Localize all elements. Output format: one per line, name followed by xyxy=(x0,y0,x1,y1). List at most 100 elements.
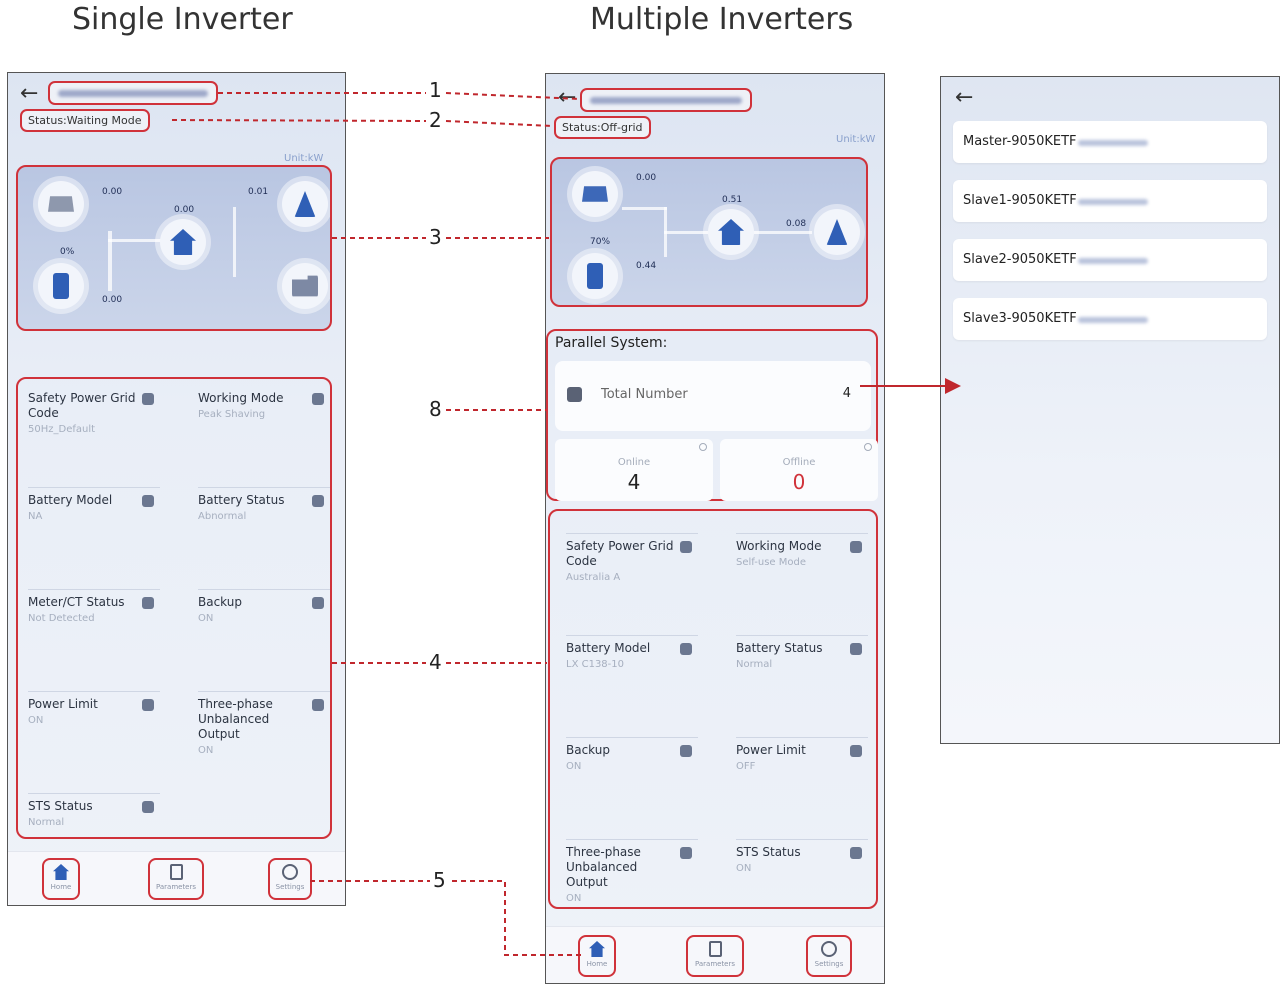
callout-1: 1 xyxy=(429,78,442,102)
tab-home[interactable]: Home xyxy=(578,935,616,977)
home-icon xyxy=(170,229,196,255)
single-inverter-screen: ← Status:Waiting Mode Unit:kW 0.00 0.01 … xyxy=(7,72,346,906)
settings-icon xyxy=(821,941,837,957)
bottom-tab-bar: Home Parameters Settings xyxy=(546,926,884,983)
home-icon xyxy=(589,941,605,957)
card-meter-ct-status[interactable]: Meter/CT Status Not Detected xyxy=(28,589,160,624)
card-three-phase-unbalanced[interactable]: Three-phase Unbalanced Output ON xyxy=(566,839,698,904)
bottom-tab-bar: Home Parameters Settings xyxy=(8,851,345,905)
card-sts-status[interactable]: STS Status Normal xyxy=(28,793,160,828)
pv-power: 0.00 xyxy=(102,187,123,197)
card-backup[interactable]: Backup ON xyxy=(566,737,698,772)
status-label: Status:Off-grid xyxy=(554,116,651,139)
battery-soc: 70% xyxy=(590,237,611,247)
pv-node[interactable] xyxy=(38,181,84,227)
battery-status-icon xyxy=(850,643,862,655)
serial-number-field xyxy=(48,81,218,105)
grid-node[interactable] xyxy=(282,181,328,227)
multiple-inverters-screen: ← Status:Off-grid Unit:kW 0.00 70% 0.44 … xyxy=(545,73,885,984)
tab-settings[interactable]: Settings xyxy=(806,935,852,977)
total-number-row[interactable]: Total Number 4 xyxy=(555,361,871,431)
tab-settings[interactable]: Settings xyxy=(268,858,312,900)
battery-icon xyxy=(142,495,154,507)
unit-label: Unit:kW xyxy=(284,153,324,164)
card-sts-status[interactable]: STS Status ON xyxy=(736,839,868,874)
battery-node[interactable] xyxy=(38,263,84,309)
battery-power: 0.44 xyxy=(636,261,657,271)
power-limit-icon xyxy=(142,699,154,711)
home-power: 0.51 xyxy=(722,195,743,205)
battery-icon xyxy=(680,643,692,655)
status-label: Status:Waiting Mode xyxy=(20,109,150,132)
load-icon xyxy=(292,275,318,297)
parallel-system-panel: Parallel System: Total Number 4 Online 4… xyxy=(546,329,878,501)
card-working-mode[interactable]: Working Mode Peak Shaving xyxy=(198,391,330,420)
backup-icon xyxy=(312,597,324,609)
power-limit-icon xyxy=(850,745,862,757)
card-safety-grid-code[interactable]: Safety Power Grid Code Australia A xyxy=(566,533,698,583)
back-arrow-icon[interactable]: ← xyxy=(558,87,576,109)
grid-power: 0.01 xyxy=(248,187,269,197)
battery-soc: 0% xyxy=(60,247,75,257)
grid-node[interactable] xyxy=(814,209,860,255)
battery-icon xyxy=(587,263,603,289)
inverter-list-screen: ← Master-9050KETF Slave1-9050KETF Slave2… xyxy=(940,76,1280,744)
sts-icon xyxy=(142,801,154,813)
backup-icon xyxy=(680,745,692,757)
total-number-value: 4 xyxy=(842,386,851,401)
heading-single-inverter: Single Inverter xyxy=(72,2,293,37)
offline-stat: Offline 0 xyxy=(720,439,878,501)
home-icon xyxy=(718,219,744,245)
card-battery-status[interactable]: Battery Status Abnormal xyxy=(198,487,330,522)
layers-icon xyxy=(850,541,862,553)
battery-power: 0.00 xyxy=(102,295,123,305)
tab-home[interactable]: Home xyxy=(42,858,80,900)
list-item-slave2[interactable]: Slave2-9050KETF xyxy=(953,239,1267,281)
card-power-limit[interactable]: Power Limit ON xyxy=(28,691,160,726)
card-power-limit[interactable]: Power Limit OFF xyxy=(736,737,868,772)
three-phase-icon xyxy=(680,847,692,859)
parallel-system-title: Parallel System: xyxy=(555,335,668,351)
card-backup[interactable]: Backup ON xyxy=(198,589,330,624)
battery-node[interactable] xyxy=(572,253,618,299)
heading-multiple-inverters: Multiple Inverters xyxy=(590,2,854,37)
card-battery-status[interactable]: Battery Status Normal xyxy=(736,635,868,670)
home-node[interactable] xyxy=(708,209,754,255)
status-cards-grid: Safety Power Grid Code Australia A Workin… xyxy=(548,509,878,909)
card-three-phase-unbalanced[interactable]: Three-phase Unbalanced Output ON xyxy=(198,691,330,756)
callout-3: 3 xyxy=(429,225,442,249)
list-icon xyxy=(567,387,582,402)
list-item-master[interactable]: Master-9050KETF xyxy=(953,121,1267,163)
card-working-mode[interactable]: Working Mode Self-use Mode xyxy=(736,533,868,568)
solar-panel-icon xyxy=(48,196,74,212)
callout-4: 4 xyxy=(429,650,442,674)
tab-parameters[interactable]: Parameters xyxy=(686,935,744,977)
list-item-slave3[interactable]: Slave3-9050KETF xyxy=(953,298,1267,340)
card-battery-model[interactable]: Battery Model LX C138-10 xyxy=(566,635,698,670)
total-number-label: Total Number xyxy=(601,387,688,402)
status-cards-grid: Safety Power Grid Code 50Hz_Default Worki… xyxy=(16,377,332,839)
meter-icon xyxy=(142,597,154,609)
back-arrow-icon[interactable]: ← xyxy=(955,87,973,109)
home-icon xyxy=(53,864,69,880)
card-battery-model[interactable]: Battery Model NA xyxy=(28,487,160,522)
shield-icon xyxy=(680,541,692,553)
settings-icon xyxy=(282,864,298,880)
pv-node[interactable] xyxy=(572,171,618,217)
online-stat: Online 4 xyxy=(555,439,713,501)
energy-flow-diagram: 0.00 0.01 0.00 0% 0.00 xyxy=(16,165,332,331)
document-icon xyxy=(708,941,722,957)
back-arrow-icon[interactable]: ← xyxy=(20,83,38,105)
sts-icon xyxy=(850,847,862,859)
serial-number-field xyxy=(580,88,752,112)
tab-parameters[interactable]: Parameters xyxy=(148,858,204,900)
battery-icon xyxy=(53,273,69,299)
link-icon xyxy=(699,443,707,451)
pv-power: 0.00 xyxy=(636,173,657,183)
callout-2: 2 xyxy=(429,108,442,132)
energy-flow-diagram: 0.00 70% 0.44 0.51 0.08 xyxy=(550,157,868,307)
load-node[interactable] xyxy=(282,263,328,309)
list-item-slave1[interactable]: Slave1-9050KETF xyxy=(953,180,1267,222)
home-node[interactable] xyxy=(160,219,206,265)
card-safety-grid-code[interactable]: Safety Power Grid Code 50Hz_Default xyxy=(28,391,160,435)
